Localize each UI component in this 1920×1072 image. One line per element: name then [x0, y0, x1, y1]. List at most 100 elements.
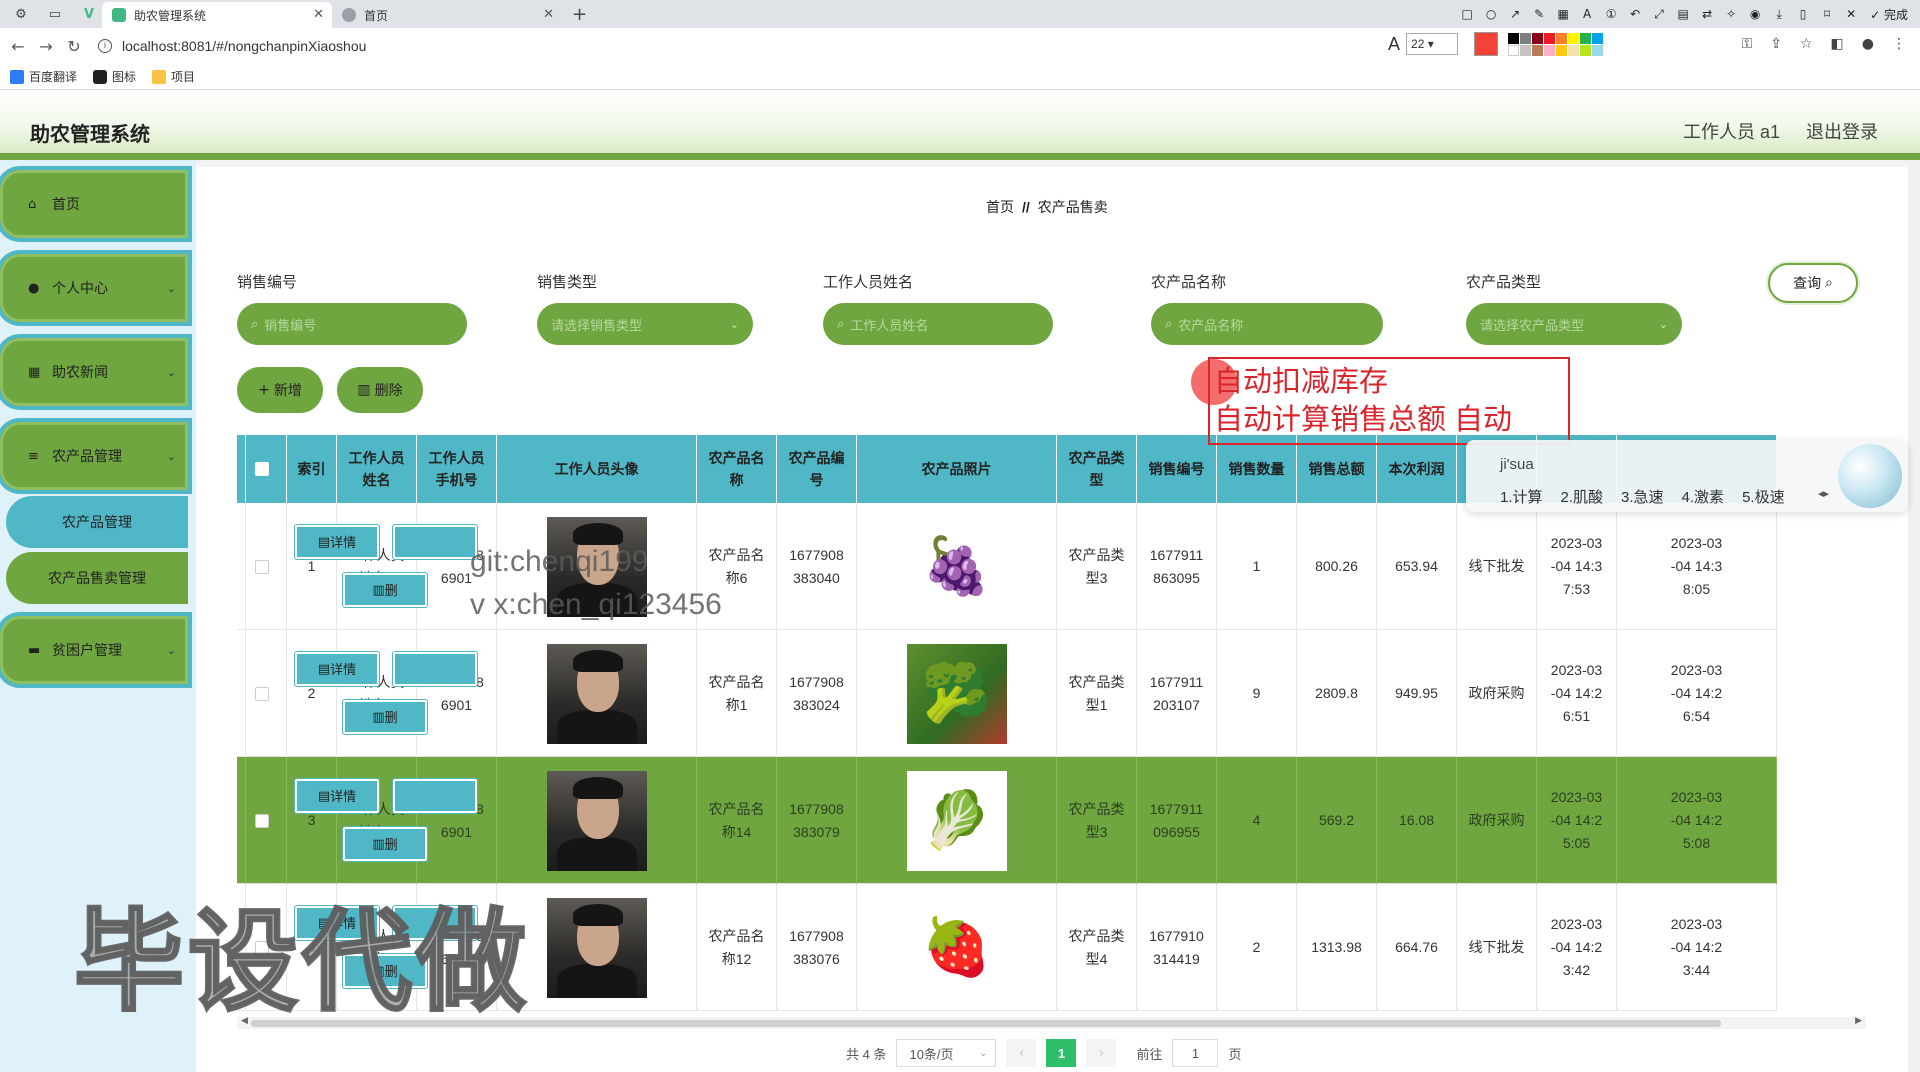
mosaic-tool-icon[interactable]: ▦: [1554, 7, 1572, 21]
ime-candidate[interactable]: 5.极速: [1742, 486, 1785, 507]
record-icon[interactable]: ◉: [1746, 7, 1764, 21]
reload-icon[interactable]: ↻: [60, 37, 88, 56]
breadcrumb-home[interactable]: 首页: [986, 199, 1014, 215]
ellipse-tool-icon[interactable]: ○: [1482, 7, 1500, 21]
query-button[interactable]: 查询 ⌕: [1768, 263, 1858, 303]
ime-candidate[interactable]: 3.急速: [1621, 486, 1664, 507]
prev-page-button[interactable]: ‹: [1006, 1039, 1037, 1067]
ime-page-arrows-icon[interactable]: ◂▸: [1818, 487, 1829, 500]
table-row[interactable]: 2工作人员姓名117703786901 农产品名称11677908383024 🥦 农…: [237, 630, 1777, 757]
row-checkbox[interactable]: [254, 813, 269, 828]
sidebar-item-news[interactable]: ▦ 助农新闻 ⌄: [0, 338, 188, 406]
sidebar-item-home[interactable]: ⌂ 首页: [0, 170, 188, 238]
bookmark-item[interactable]: 百度翻译: [10, 68, 77, 85]
arrow-tool-icon[interactable]: ↗: [1506, 7, 1524, 21]
color-palette[interactable]: [1508, 32, 1604, 56]
ime-candidate[interactable]: 4.激素: [1682, 486, 1725, 507]
staff-name-input[interactable]: ⌕ 工作人员姓名: [823, 303, 1053, 345]
vegetable-basket-photo: 🥬: [906, 770, 1007, 871]
browser-tab[interactable]: 首页 ✕: [332, 2, 562, 28]
ocr-icon[interactable]: ▤: [1674, 7, 1692, 21]
product-type-select[interactable]: 请选择农产品类型 ⌄: [1466, 303, 1682, 345]
share-icon[interactable]: ⇪: [1770, 36, 1782, 52]
sidebar-subitem-product-management[interactable]: 农产品管理: [6, 496, 188, 548]
row-delete-button[interactable]: ▥ 删: [343, 573, 427, 607]
sidebar-item-profile[interactable]: ● 个人中心 ⌄: [0, 254, 188, 322]
delete-button[interactable]: ▥ 删除: [337, 367, 423, 413]
done-button[interactable]: ✓ 完成: [1870, 6, 1908, 23]
add-button[interactable]: + 新增: [237, 367, 323, 413]
next-page-button[interactable]: ›: [1086, 1039, 1117, 1067]
undo-icon[interactable]: ↶: [1626, 7, 1644, 21]
sale-type-select[interactable]: 请选择销售类型 ⌄: [537, 303, 753, 345]
edit-button[interactable]: [393, 779, 477, 813]
page-size-select[interactable]: 10条/页 ⌄: [896, 1039, 997, 1067]
tab-icon-vue[interactable]: V: [76, 4, 102, 24]
detail-button[interactable]: ▤ 详情: [295, 779, 379, 813]
column-header: 索引: [287, 435, 337, 503]
bookmark-item[interactable]: 项目: [152, 68, 195, 85]
logout-button[interactable]: 退出登录: [1806, 118, 1878, 144]
pen-tool-icon[interactable]: ✎: [1530, 7, 1548, 21]
translate-icon[interactable]: ⇄: [1698, 7, 1716, 21]
tab-icon-blank[interactable]: ▭: [42, 4, 68, 24]
profile-icon[interactable]: ●: [1862, 36, 1874, 52]
bookmark-item[interactable]: 图标: [93, 68, 136, 85]
magic-icon[interactable]: ✧: [1722, 7, 1740, 21]
sidebar-subitem-product-sales[interactable]: 农产品售卖管理: [6, 552, 188, 604]
browser-tab-active[interactable]: 助农管理系统 ✕: [102, 2, 332, 28]
product-name-input[interactable]: ⌕ 农产品名称: [1151, 303, 1383, 345]
star-icon[interactable]: ☆: [1800, 36, 1813, 52]
edit-button[interactable]: [393, 525, 477, 559]
bookmarks-bar: 百度翻译 图标 项目: [0, 64, 1920, 90]
folder-icon: [152, 69, 167, 84]
browser-actions: ⚿ ⇪ ☆ ◧ ● ⋮: [1742, 36, 1906, 52]
font-size-select[interactable]: 22 ▾: [1406, 33, 1459, 55]
bookmark-icon[interactable]: ⌑: [1818, 7, 1836, 21]
chevron-down-icon: ⌄: [729, 317, 739, 331]
ime-candidate[interactable]: 1.计算: [1500, 486, 1543, 507]
forward-icon[interactable]: →: [32, 37, 60, 56]
sidebar-toggle-icon[interactable]: ◧: [1831, 36, 1844, 52]
tab-close-icon[interactable]: ✕: [313, 7, 324, 22]
new-tab-icon[interactable]: +: [572, 4, 587, 25]
more-icon[interactable]: ⋮: [1892, 36, 1906, 52]
rect-tool-icon[interactable]: □: [1458, 7, 1476, 21]
staff-avatar-cell: [497, 757, 697, 884]
row-checkbox[interactable]: [254, 686, 269, 701]
scroll-right-icon[interactable]: ▶: [1855, 1016, 1862, 1026]
back-icon[interactable]: ←: [4, 37, 32, 56]
site-info-icon[interactable]: i: [98, 39, 112, 53]
goto-prefix: 前往: [1136, 1046, 1163, 1062]
sale-no-input[interactable]: ⌕ 销售编号: [237, 303, 467, 345]
table-row[interactable]: 3工作人员姓名117703786901 农产品名称141677908383079 🥬…: [237, 757, 1777, 884]
edit-button[interactable]: [393, 652, 477, 686]
tab-close-icon[interactable]: ✕: [543, 7, 554, 22]
cancel-icon[interactable]: ✕: [1842, 7, 1860, 21]
detail-button[interactable]: ▤ 详情: [295, 652, 379, 686]
vertical-scrollbar[interactable]: [1908, 160, 1920, 1072]
key-icon[interactable]: ⚿: [1742, 36, 1753, 52]
pin-icon[interactable]: ⤢: [1650, 7, 1668, 22]
row-delete-button[interactable]: ▥ 删: [343, 827, 427, 861]
current-color-swatch[interactable]: [1474, 32, 1499, 56]
annotation-text-box[interactable]: 自动扣减库存 自动计算销售总额 自动: [1208, 357, 1570, 445]
text-tool-icon[interactable]: A: [1578, 7, 1596, 21]
url-field[interactable]: i localhost:8081/#/nongchanpinXiaoshou: [98, 38, 366, 54]
save-icon[interactable]: ▯: [1794, 7, 1812, 21]
select-all-checkbox[interactable]: [254, 462, 269, 476]
number-tool-icon[interactable]: ①: [1602, 7, 1620, 21]
sidebar-item-poor-households[interactable]: ▬ 贫困户管理 ⌄: [0, 616, 188, 684]
current-page[interactable]: 1: [1046, 1039, 1077, 1067]
goto-page-input[interactable]: 1: [1172, 1039, 1219, 1067]
row-checkbox[interactable]: [254, 559, 269, 574]
ime-pinyin: ji'sua: [1500, 456, 1534, 473]
detail-button[interactable]: ▤ 详情: [295, 525, 379, 559]
table-row[interactable]: 1工作人员姓名117703786901农产品名称61677908383040🍇农…: [237, 503, 1777, 630]
download-icon[interactable]: ⤓: [1770, 7, 1788, 22]
tab-icon-settings[interactable]: ⚙: [8, 4, 34, 24]
vegetables-photo: 🥦: [906, 643, 1007, 744]
row-delete-button[interactable]: ▥ 删: [343, 700, 427, 734]
sidebar-item-products[interactable]: ≡ 农产品管理 ⌄: [0, 422, 188, 490]
ime-candidate[interactable]: 2.肌酸: [1561, 486, 1604, 507]
